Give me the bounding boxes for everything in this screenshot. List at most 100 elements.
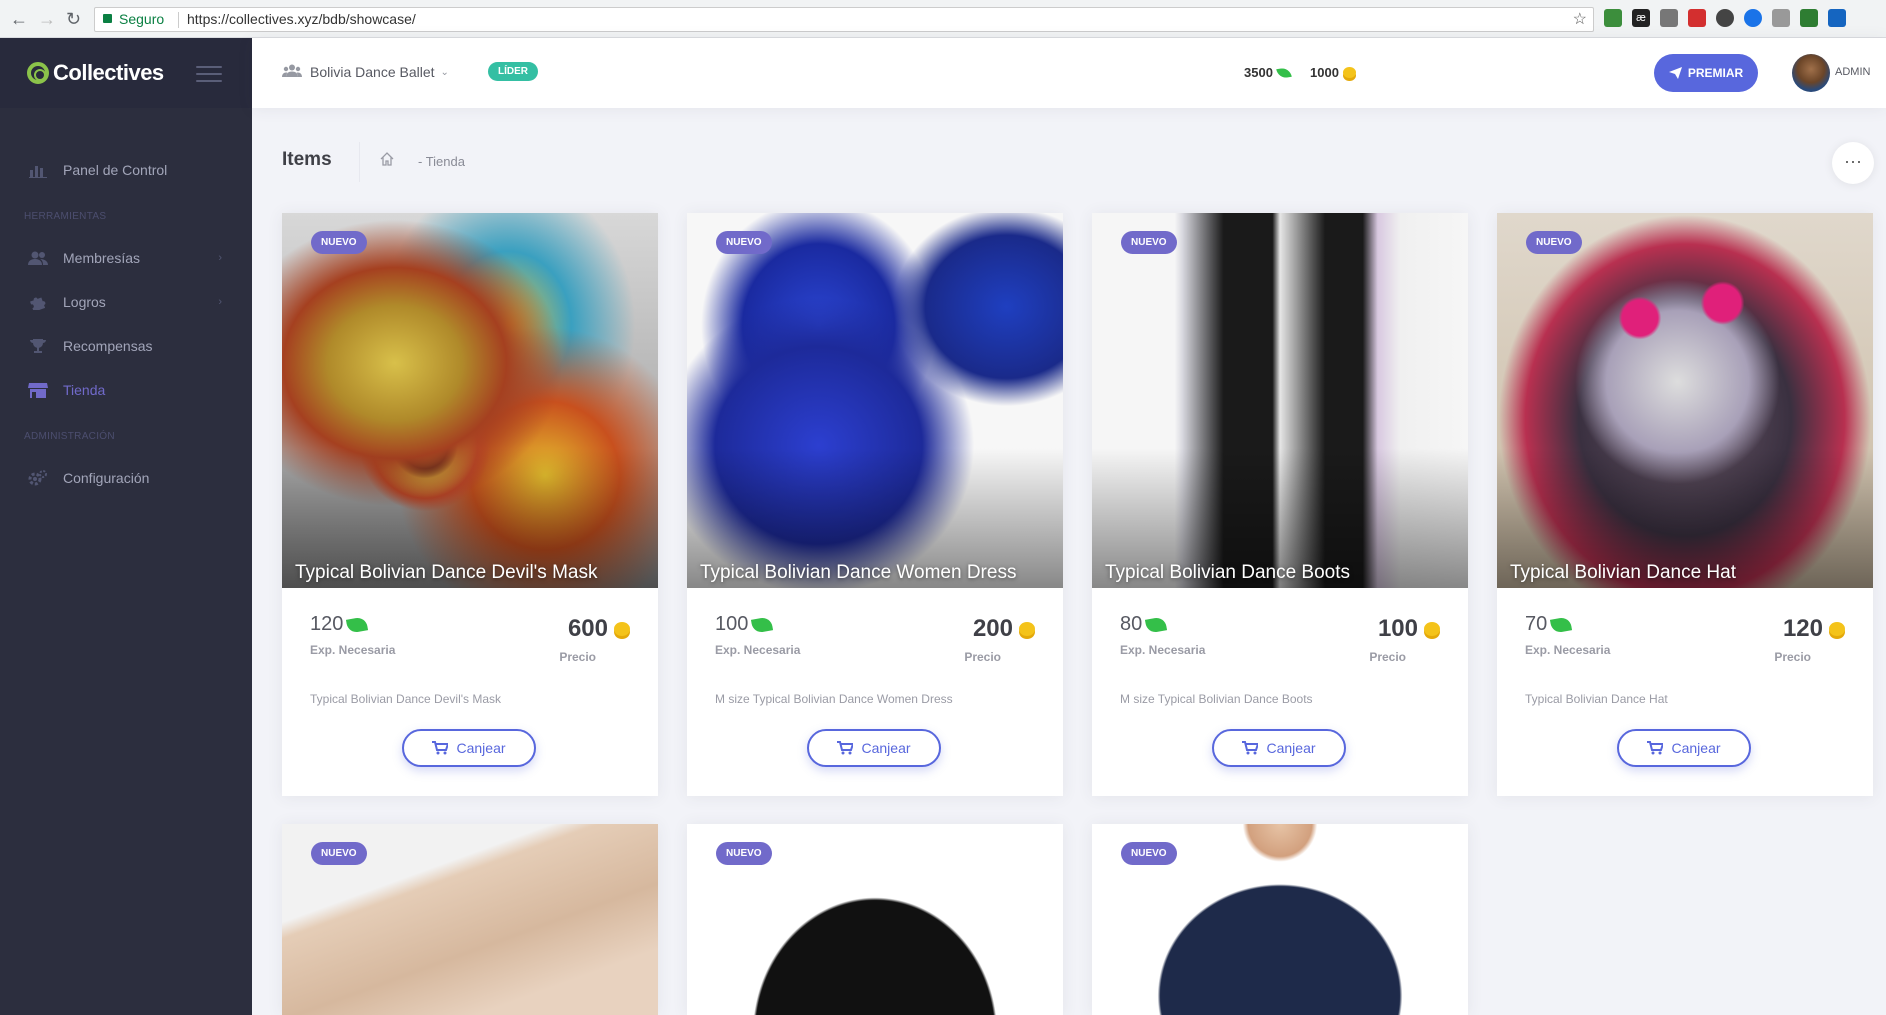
- coins-icon: [1829, 622, 1845, 636]
- org-name: Bolivia Dance Ballet: [310, 64, 435, 80]
- sidebar-item-configuracion[interactable]: Configuración: [0, 456, 252, 500]
- extension-icon[interactable]: [1772, 9, 1790, 27]
- logo-icon: [27, 62, 49, 84]
- item-image: NUEVO Typical Bolivian Dance Women Dress: [687, 213, 1063, 588]
- item-price: 120: [1783, 615, 1845, 643]
- extension-icon[interactable]: [1688, 9, 1706, 27]
- coins-icon: [1342, 67, 1356, 78]
- coin-balance: 1000: [1310, 65, 1356, 80]
- page-subheader: Items - Tienda ···: [282, 142, 1874, 184]
- item-card: NUEVO Typical Bolivian Dance Women Dress…: [687, 213, 1063, 796]
- redeem-button[interactable]: Canjear: [402, 729, 536, 767]
- puzzle-icon: [27, 293, 49, 311]
- new-badge: NUEVO: [1526, 231, 1582, 254]
- price-label: Precio: [964, 650, 1001, 664]
- users-icon: [27, 249, 49, 267]
- item-image: NUEVO Typical Bolivian Dance Boots: [1092, 213, 1468, 588]
- leaf-icon: [751, 615, 774, 634]
- user-name[interactable]: ADMIN: [1835, 66, 1870, 78]
- gears-icon: [27, 469, 49, 487]
- item-card: NUEVO: [1092, 824, 1468, 1015]
- new-badge: NUEVO: [311, 842, 367, 865]
- price-label: Precio: [559, 650, 596, 664]
- redeem-button[interactable]: Canjear: [807, 729, 941, 767]
- premiar-label: PREMIAR: [1687, 66, 1744, 80]
- premiar-button[interactable]: PREMIAR: [1654, 54, 1758, 92]
- item-card: NUEVO Typical Bolivian Dance Hat 70 Exp.…: [1497, 213, 1873, 796]
- cart-icon: [1242, 741, 1259, 755]
- address-bar[interactable]: Seguro https://collectives.xyz/bdb/showc…: [94, 7, 1594, 32]
- chevron-right-icon: ›: [218, 296, 222, 308]
- item-card: NUEVO Typical Bolivian Dance Devil's Mas…: [282, 213, 658, 796]
- extension-icon[interactable]: [1716, 9, 1734, 27]
- secure-label: Seguro: [119, 11, 165, 27]
- back-icon[interactable]: ←: [10, 9, 28, 30]
- org-selector[interactable]: Bolivia Dance Ballet ⌄: [282, 64, 449, 80]
- exp-required: 70: [1525, 613, 1573, 636]
- sidebar-item-label: Logros: [63, 294, 106, 310]
- sidebar-item-membresias[interactable]: Membresías ›: [0, 236, 252, 280]
- sidebar: Collectives Panel de Control HERRAMIENTA…: [0, 38, 252, 1015]
- item-image: NUEVO Typical Bolivian Dance Devil's Mas…: [282, 213, 658, 588]
- chevron-down-icon: ⌄: [440, 66, 449, 78]
- item-description: Typical Bolivian Dance Hat: [1525, 692, 1668, 706]
- new-badge: NUEVO: [1121, 231, 1177, 254]
- coins-icon: [614, 622, 630, 636]
- section-heading-admin: ADMINISTRACIÓN: [24, 431, 115, 442]
- page-title: Items: [282, 149, 332, 170]
- sidebar-item-label: Membresías: [63, 250, 141, 266]
- redeem-button[interactable]: Canjear: [1212, 729, 1346, 767]
- url-text[interactable]: https://collectives.xyz/bdb/showcase/: [187, 8, 416, 31]
- forward-icon[interactable]: →: [38, 9, 56, 30]
- item-description: M size Typical Bolivian Dance Boots: [1120, 692, 1313, 706]
- extension-icon[interactable]: [1604, 9, 1622, 27]
- exp-label: Exp. Necesaria: [1120, 643, 1206, 657]
- chevron-right-icon: ›: [218, 252, 222, 264]
- item-card: NUEVO Typical Bolivian Dance Boots 80 Ex…: [1092, 213, 1468, 796]
- new-badge: NUEVO: [716, 842, 772, 865]
- menu-toggle-icon[interactable]: [196, 66, 222, 87]
- sidebar-item-recompensas[interactable]: Recompensas: [0, 324, 252, 368]
- leaf-icon: [1145, 615, 1168, 634]
- redeem-label: Canjear: [861, 740, 911, 756]
- redeem-label: Canjear: [1671, 740, 1721, 756]
- item-image: NUEVO: [687, 824, 1063, 1015]
- item-image: NUEVO Typical Bolivian Dance Hat: [1497, 213, 1873, 588]
- extension-icon[interactable]: æ: [1632, 9, 1650, 27]
- more-options-button[interactable]: ···: [1832, 142, 1874, 184]
- extension-icon[interactable]: [1800, 9, 1818, 27]
- extension-icon[interactable]: [1828, 9, 1846, 27]
- sidebar-item-panel[interactable]: Panel de Control: [0, 148, 252, 192]
- exp-label: Exp. Necesaria: [310, 643, 396, 657]
- reload-icon[interactable]: ↻: [66, 9, 81, 30]
- item-card: NUEVO: [687, 824, 1063, 1015]
- coin-balance-value: 1000: [1310, 65, 1339, 80]
- item-price: 100: [1378, 615, 1440, 643]
- bookmark-star-icon[interactable]: ☆: [1573, 8, 1587, 31]
- item-title: Typical Bolivian Dance Devil's Mask: [295, 562, 598, 583]
- sidebar-menu: Panel de Control HERRAMIENTAS Membresías…: [0, 108, 252, 500]
- price-label: Precio: [1774, 650, 1811, 664]
- extension-icon[interactable]: [1744, 9, 1762, 27]
- sidebar-item-label: Panel de Control: [63, 162, 168, 178]
- avatar[interactable]: [1792, 54, 1830, 92]
- cart-icon: [837, 741, 854, 755]
- redeem-button[interactable]: Canjear: [1617, 729, 1751, 767]
- coins-icon: [1019, 622, 1035, 636]
- role-badge: LÍDER: [488, 62, 538, 81]
- sidebar-item-tienda[interactable]: Tienda: [0, 368, 252, 412]
- trophy-icon: [27, 337, 49, 355]
- sidebar-item-logros[interactable]: Logros ›: [0, 280, 252, 324]
- cart-icon: [1647, 741, 1664, 755]
- exp-points: 3500: [1244, 65, 1292, 80]
- exp-label: Exp. Necesaria: [1525, 643, 1611, 657]
- breadcrumb[interactable]: - Tienda: [418, 154, 465, 169]
- item-image: NUEVO: [1092, 824, 1468, 1015]
- exp-points-value: 3500: [1244, 65, 1273, 80]
- item-description: Typical Bolivian Dance Devil's Mask: [310, 692, 502, 706]
- exp-required: 100: [715, 613, 774, 636]
- exp-label: Exp. Necesaria: [715, 643, 801, 657]
- extension-icon[interactable]: [1660, 9, 1678, 27]
- exp-required: 120: [310, 613, 369, 636]
- home-icon[interactable]: [380, 152, 394, 166]
